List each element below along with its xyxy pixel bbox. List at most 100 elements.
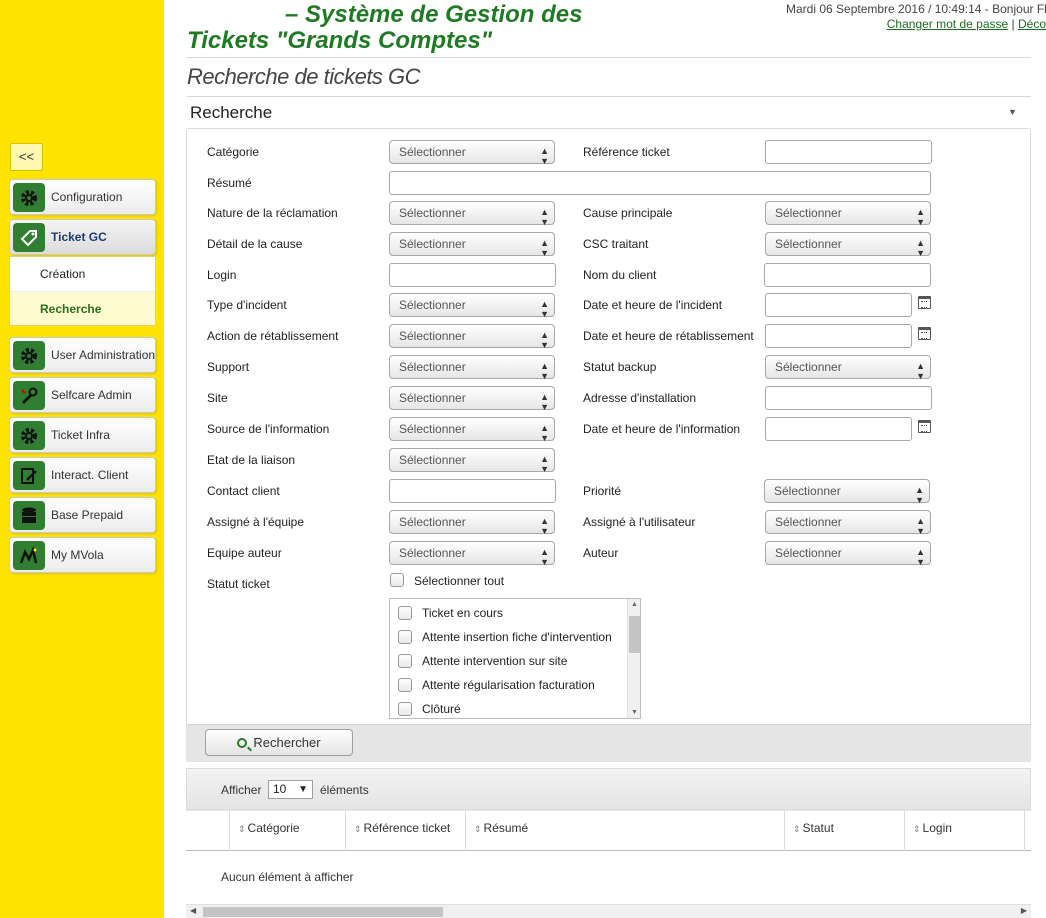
label-action-retab: Action de rétablissement — [207, 329, 339, 343]
action-retab-select[interactable]: Sélectionner ▲ ▼ — [389, 324, 555, 350]
sidebar-item-ticket-infra[interactable]: Ticket Infra — [9, 417, 156, 453]
priorite-select[interactable]: Sélectionner ▲ ▼ — [764, 479, 930, 505]
select-all-label[interactable]: Sélectionner tout — [414, 574, 504, 588]
gear-icon — [13, 341, 45, 370]
type-incident-select[interactable]: Sélectionner ▲ ▼ — [389, 293, 555, 319]
list-item[interactable]: Attente régularisation facturation — [398, 673, 595, 697]
column-header-resume[interactable]: ⇕ Résumé — [466, 811, 785, 851]
page-title: Recherche de tickets GC — [187, 64, 421, 89]
reference-input[interactable] — [765, 140, 932, 164]
sidebar-item-label: My MVola — [51, 548, 104, 562]
column-header-categorie[interactable]: ⇕ Catégorie — [230, 811, 346, 851]
sidebar-item-ticket-gc[interactable]: Ticket GC — [9, 219, 156, 255]
results-table-header: ⇕ Catégorie ⇕ Référence ticket ⇕ Résumé ⇕ St… — [186, 810, 1031, 851]
collapse-sidebar-button[interactable]: << — [10, 143, 43, 171]
calendar-icon[interactable] — [918, 296, 931, 309]
change-password-link[interactable]: Changer mot de passe — [887, 17, 1008, 31]
label-categorie: Catégorie — [207, 145, 260, 159]
list-scrollbar[interactable]: ▲ ▼ — [627, 599, 640, 718]
scroll-thumb[interactable] — [629, 616, 640, 653]
label-reference: Référence ticket — [583, 145, 670, 159]
sort-icon: ⇕ — [793, 824, 801, 834]
scroll-thumb[interactable] — [203, 907, 443, 917]
label-statut-backup: Statut backup — [583, 360, 657, 374]
sidebar-item-interact-client[interactable]: Interact. Client — [9, 457, 156, 493]
login-input[interactable] — [389, 263, 556, 287]
detail-cause-select[interactable]: Sélectionner ▲ ▼ — [389, 232, 555, 258]
checkbox[interactable] — [398, 605, 412, 620]
date-info-input[interactable] — [765, 417, 912, 441]
checkbox[interactable] — [398, 701, 412, 716]
updown-icon: ▲ ▼ — [540, 423, 549, 443]
submenu-item-recherche[interactable]: Recherche — [10, 291, 155, 325]
list-item[interactable]: Attente intervention sur site — [398, 649, 567, 673]
sidebar-item-my-mvola[interactable]: My MVola — [9, 537, 156, 573]
section-collapse-icon[interactable]: ▼ — [1008, 107, 1017, 117]
label-etat-liaison: Etat de la liaison — [207, 453, 296, 467]
calendar-icon[interactable] — [918, 327, 931, 340]
sidebar-item-label: Base Prepaid — [51, 508, 124, 522]
checkbox[interactable] — [398, 677, 412, 692]
gear-icon — [13, 421, 45, 450]
nom-client-input[interactable] — [764, 263, 931, 287]
wrench-icon — [13, 381, 45, 410]
sidebar-item-configuration[interactable]: Configuration — [9, 179, 156, 215]
list-item[interactable]: Clôturé — [398, 697, 461, 718]
categorie-select[interactable]: Sélectionner ▲ ▼ — [389, 140, 555, 166]
sort-icon: ⇕ — [354, 824, 362, 834]
empty-table-message: Aucun élément à afficher — [221, 870, 354, 884]
label-date-incident: Date et heure de l'incident — [583, 298, 723, 312]
cause-select[interactable]: Sélectionner ▲ ▼ — [765, 201, 931, 227]
assigne-equipe-select[interactable]: Sélectionner ▲ ▼ — [389, 510, 555, 536]
auteur-select[interactable]: Sélectionner ▲ ▼ — [765, 541, 931, 567]
select-all-checkbox[interactable] — [390, 573, 404, 587]
ticket-gc-submenu: Création Recherche — [9, 256, 156, 326]
date-retab-input[interactable] — [765, 324, 912, 348]
equipe-auteur-select[interactable]: Sélectionner ▲ ▼ — [389, 541, 555, 567]
adresse-input[interactable] — [765, 386, 932, 410]
logout-link[interactable]: Déco — [1018, 17, 1046, 31]
scroll-down-icon: ▼ — [631, 709, 638, 716]
label-cause: Cause principale — [583, 206, 673, 220]
contact-input[interactable] — [389, 479, 556, 503]
column-header-reference[interactable]: ⇕ Référence ticket — [346, 811, 466, 851]
updown-icon: ▲ ▼ — [916, 361, 925, 381]
nature-select[interactable]: Sélectionner ▲ ▼ — [389, 201, 555, 227]
statut-ticket-list[interactable]: Ticket en cours Attente insertion fiche … — [389, 598, 641, 719]
source-select[interactable]: Sélectionner ▲ ▼ — [389, 417, 555, 443]
submenu-item-creation[interactable]: Création — [10, 257, 155, 291]
label-source: Source de l'information — [207, 422, 330, 436]
etat-liaison-select[interactable]: Sélectionner ▲ ▼ — [389, 448, 555, 474]
list-item[interactable]: Attente insertion fiche d'intervention — [398, 625, 612, 649]
label-type-incident: Type d'incident — [207, 298, 287, 312]
support-select[interactable]: Sélectionner ▲ ▼ — [389, 355, 555, 381]
calendar-icon[interactable] — [918, 420, 931, 433]
list-item[interactable]: Ticket en cours — [398, 601, 503, 625]
resume-input[interactable] — [389, 171, 931, 195]
column-header-login[interactable]: ⇕ Login — [905, 811, 1025, 851]
sort-icon: ⇕ — [238, 824, 246, 834]
statut-backup-select[interactable]: Sélectionner ▲ ▼ — [765, 355, 931, 381]
date-incident-input[interactable] — [765, 293, 912, 317]
updown-icon: ▲ ▼ — [540, 547, 549, 567]
label-date-info: Date et heure de l'information — [583, 422, 741, 436]
column-header-statut[interactable]: ⇕ Statut — [785, 811, 905, 851]
sidebar-item-selfcare-admin[interactable]: Selfcare Admin — [9, 377, 156, 413]
header-datetime: Mardi 06 Septembre 2016 / 10:49:14 - Bon… — [786, 2, 1046, 16]
app-title: – Système de Gestion des Tickets "Grands… — [187, 2, 582, 54]
checkbox[interactable] — [398, 629, 412, 644]
checkbox[interactable] — [398, 653, 412, 668]
page-length-select[interactable]: 10 ▼ — [268, 780, 313, 799]
label-nom-client: Nom du client — [583, 268, 657, 282]
horizontal-scrollbar[interactable]: ◀ ▶ — [186, 904, 1031, 918]
chevron-down-icon: ▼ — [298, 784, 308, 795]
edit-icon — [13, 461, 45, 490]
sidebar-item-user-administration[interactable]: User Administration — [9, 337, 156, 373]
site-select[interactable]: Sélectionner ▲ ▼ — [389, 386, 555, 412]
updown-icon: ▲ ▼ — [540, 299, 549, 319]
sidebar-item-base-prepaid[interactable]: Base Prepaid — [9, 497, 156, 533]
tag-icon — [13, 223, 45, 252]
search-button[interactable]: Rechercher — [205, 729, 353, 756]
csc-select[interactable]: Sélectionner ▲ ▼ — [765, 232, 931, 258]
assigne-user-select[interactable]: Sélectionner ▲ ▼ — [765, 510, 931, 536]
